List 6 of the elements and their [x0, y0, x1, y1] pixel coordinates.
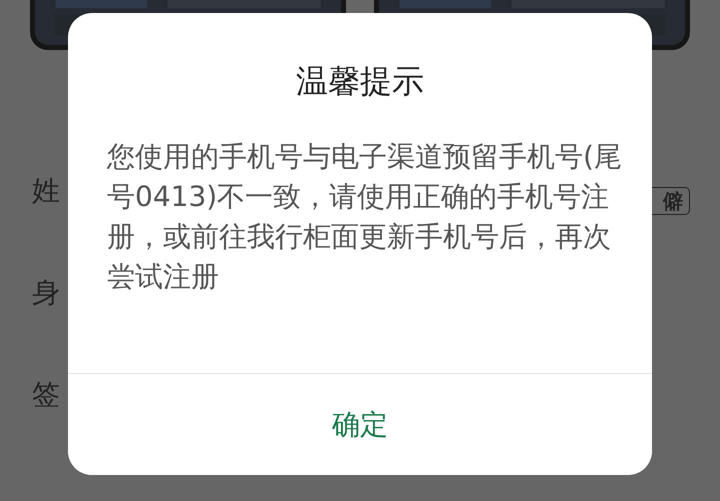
dialog-message: 您使用的手机号与电子渠道预留手机号(尾号0413)不一致，请使用正确的手机号注册，或前往我行柜面更新手机号后，再次尝试注册	[107, 139, 623, 295]
dialog-title: 温馨提示	[295, 61, 425, 101]
field-label: 姓	[32, 174, 60, 208]
confirm-button[interactable]: 确定	[68, 373, 652, 475]
field-label: 签	[32, 378, 60, 412]
field-label: 身	[32, 276, 60, 310]
